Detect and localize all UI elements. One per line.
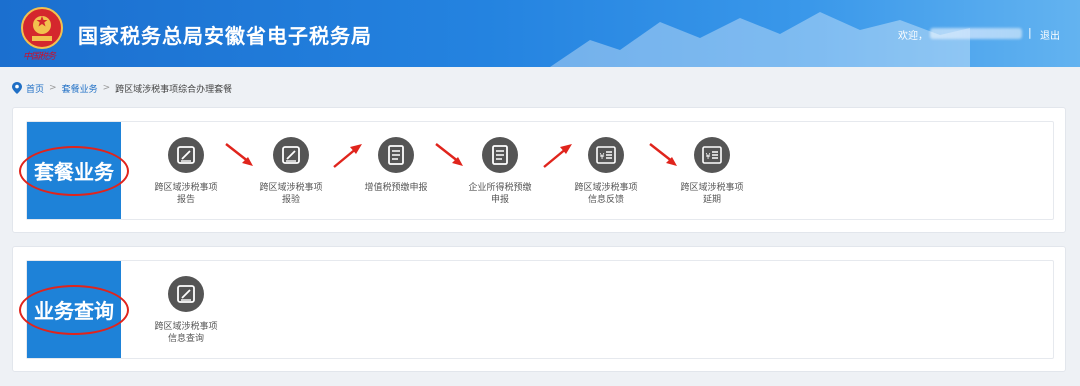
tax-logo-text: 中国税务 xyxy=(23,52,56,62)
item-cross-region-report[interactable]: 跨区域涉税事项 报告 xyxy=(141,137,231,206)
national-emblem-icon xyxy=(21,7,63,49)
item-label: 增值税预缴申报 xyxy=(364,183,428,193)
yuan-list-icon: ¥ xyxy=(588,137,624,173)
breadcrumb-arrow: > xyxy=(102,83,111,93)
business-query-inner: 业务查询 跨区域涉税事项 信息查询 xyxy=(19,260,1054,359)
svg-text:¥: ¥ xyxy=(706,152,711,161)
item-label: 跨区域涉税事项 信息反馈 xyxy=(574,183,638,205)
breadcrumb-home[interactable]: 首页 xyxy=(26,82,44,95)
edit-icon xyxy=(273,137,309,173)
username-redacted xyxy=(930,28,1022,39)
red-annotation-oval xyxy=(19,285,129,335)
section-block-package: 套餐业务 xyxy=(19,122,129,219)
package-business-inner: 套餐业务 跨区域涉税事项 报告 跨区域涉税事项 报验 增值税预缴申报 企业所得税… xyxy=(19,121,1054,220)
site-title: 国家税务总局安徽省电子税务局 xyxy=(78,24,372,48)
package-business-panel: 套餐业务 跨区域涉税事项 报告 跨区域涉税事项 报验 增值税预缴申报 企业所得税… xyxy=(12,107,1066,233)
item-label: 企业所得税预缴 申报 xyxy=(468,183,532,205)
breadcrumb-current: 跨区域涉税事项综合办理套餐 xyxy=(115,84,233,95)
document-icon xyxy=(378,137,414,173)
item-cross-region-extension[interactable]: ¥ 跨区域涉税事项 延期 xyxy=(667,137,757,206)
item-cit-prepay[interactable]: 企业所得税预缴 申报 xyxy=(455,137,545,206)
breadcrumb: 首页 > 套餐业务 > 跨区域涉税事项综合办理套餐 xyxy=(12,81,232,95)
section-block-query: 业务查询 xyxy=(19,261,129,358)
location-pin-icon xyxy=(12,82,22,94)
header-separator: | xyxy=(1028,26,1032,39)
breadcrumb-arrow: > xyxy=(49,83,57,93)
item-cross-region-feedback[interactable]: ¥ 跨区域涉税事项 信息反馈 xyxy=(561,137,651,206)
edit-icon xyxy=(168,137,204,173)
yuan-list-icon: ¥ xyxy=(694,137,730,173)
edit-icon xyxy=(168,276,204,312)
site-header: 中国税务 国家税务总局安徽省电子税务局 欢迎， | 退出 xyxy=(0,0,1080,67)
red-annotation-oval xyxy=(19,146,129,196)
welcome-text: 欢迎， xyxy=(898,31,928,42)
item-label: 跨区域涉税事项 报告 xyxy=(154,183,218,205)
item-label: 跨区域涉税事项 延期 xyxy=(680,183,744,205)
business-query-panel: 业务查询 跨区域涉税事项 信息查询 xyxy=(12,246,1066,372)
svg-text:¥: ¥ xyxy=(600,152,605,161)
logout-link[interactable]: 退出 xyxy=(1040,27,1060,42)
document-icon xyxy=(482,137,518,173)
item-label: 跨区域涉税事项 信息查询 xyxy=(154,322,218,344)
item-vat-prepay[interactable]: 增值税预缴申报 xyxy=(351,137,441,194)
item-cross-region-verify[interactable]: 跨区域涉税事项 报验 xyxy=(246,137,336,206)
breadcrumb-package[interactable]: 套餐业务 xyxy=(62,82,98,95)
item-cross-region-query[interactable]: 跨区域涉税事项 信息查询 xyxy=(141,276,231,345)
item-label: 跨区域涉税事项 报验 xyxy=(259,183,323,205)
